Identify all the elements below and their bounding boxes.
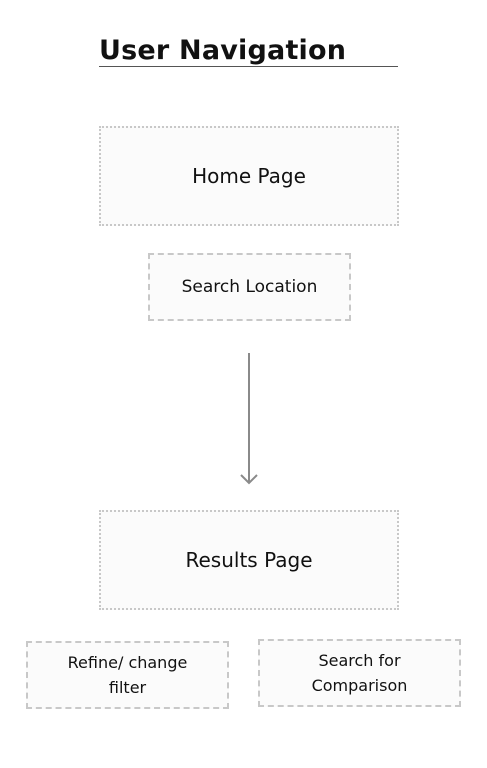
diagram-title: User Navigation (99, 35, 347, 66)
refine-filter-label: Refine/ change filter (67, 653, 188, 697)
search-location-label: Search Location (181, 277, 318, 297)
title-underline (99, 66, 398, 67)
refine-filter-node: Refine/ change filter (26, 641, 229, 709)
home-page-label: Home Page (192, 164, 306, 188)
search-comparison-node: Search for Comparison (258, 639, 461, 707)
down-arrow-icon (240, 353, 258, 485)
search-comparison-label: Search for Comparison (311, 651, 408, 695)
results-page-label: Results Page (185, 548, 313, 572)
search-location-node: Search Location (148, 253, 351, 321)
results-page-node: Results Page (99, 510, 399, 610)
home-page-node: Home Page (99, 126, 399, 226)
